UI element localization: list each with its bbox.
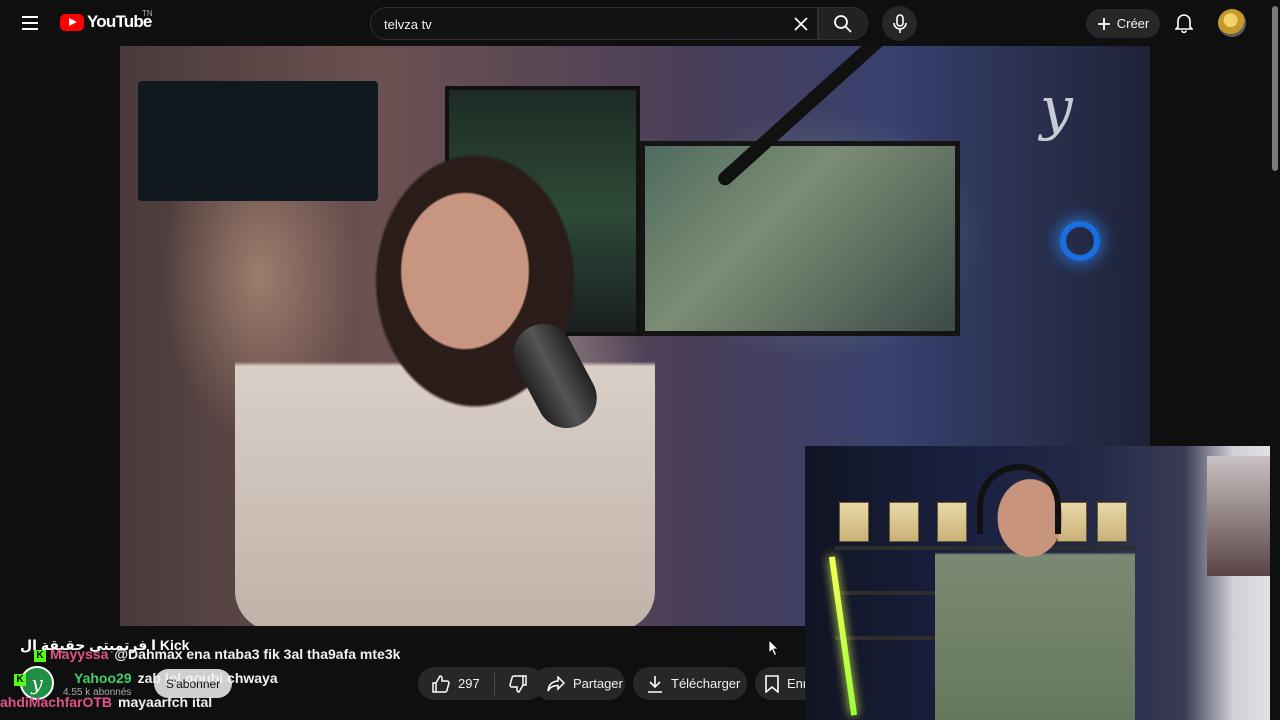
notifications-button[interactable] (1170, 9, 1198, 37)
clear-search-button[interactable] (789, 12, 813, 36)
share-content: Partager (533, 667, 637, 700)
share-button[interactable]: Partager (533, 667, 625, 700)
download-label: Télécharger (671, 676, 741, 691)
voice-search-button[interactable] (882, 6, 917, 41)
microphone-icon (892, 13, 907, 33)
wanted-poster (839, 502, 869, 542)
wall-poster (1207, 456, 1272, 576)
menu-icon-line (22, 28, 38, 30)
share-icon (547, 675, 565, 691)
channel-watermark: y (1040, 74, 1073, 142)
save-content: Enr (755, 667, 807, 700)
thumbs-up-icon (432, 674, 450, 693)
chat-username: ahdiMachfarOTB (0, 694, 113, 710)
like-button[interactable]: 297 (418, 667, 494, 700)
menu-icon-line (22, 22, 38, 24)
streamer-webcam (805, 446, 1280, 720)
scrollbar-thumb[interactable] (1272, 6, 1278, 171)
youtube-logo[interactable]: YouTube TN (60, 9, 153, 32)
search-input[interactable] (384, 14, 784, 34)
bell-icon (1175, 14, 1193, 33)
search-box (370, 7, 818, 40)
like-dislike-group: 297 (418, 667, 544, 700)
save-button[interactable]: Enr (755, 667, 807, 700)
create-button[interactable]: Créer (1086, 9, 1160, 38)
country-code: TN (142, 9, 153, 18)
chat-message: ahdiMachfarOTB mayaarfch ital (0, 694, 212, 710)
plus-icon (1097, 17, 1110, 30)
download-content: Télécharger (633, 667, 754, 700)
background-monitor (640, 141, 960, 336)
menu-icon-line (22, 16, 38, 18)
chat-message: K Mayyssa @Dahmax ena ntaba3 fik 3al tha9a… (34, 646, 400, 662)
page-scrollbar[interactable] (1270, 0, 1280, 720)
chat-text: @Dahmax ena ntaba3 fik 3al tha9afa mte3k (114, 646, 401, 662)
download-button[interactable]: Télécharger (633, 667, 747, 700)
download-icon (648, 675, 662, 693)
chat-username: Mayyssa (50, 646, 109, 662)
mouse-cursor-icon (769, 640, 779, 656)
wanted-poster (889, 502, 919, 542)
chat-username: Yahoo29 (74, 670, 132, 686)
top-bar: YouTube TN Créer (0, 0, 1280, 46)
chat-message: KYahoo29zab lol goubi chwaya (14, 670, 278, 686)
like-count: 297 (458, 676, 480, 691)
close-icon (794, 17, 808, 31)
kick-icon: K (14, 674, 26, 686)
bookmark-icon (765, 674, 779, 693)
search-button[interactable] (818, 7, 868, 40)
pc-fan-light (1060, 221, 1100, 261)
thumbs-down-icon (508, 674, 527, 693)
youtube-play-icon (60, 13, 84, 31)
create-label: Créer (1116, 16, 1150, 31)
chat-text: mayaarfch ital (118, 694, 213, 710)
menu-button[interactable] (14, 8, 46, 38)
kick-icon: K (34, 650, 46, 662)
account-avatar[interactable] (1218, 9, 1246, 37)
share-label: Partager (573, 676, 623, 691)
search-icon (834, 14, 852, 33)
